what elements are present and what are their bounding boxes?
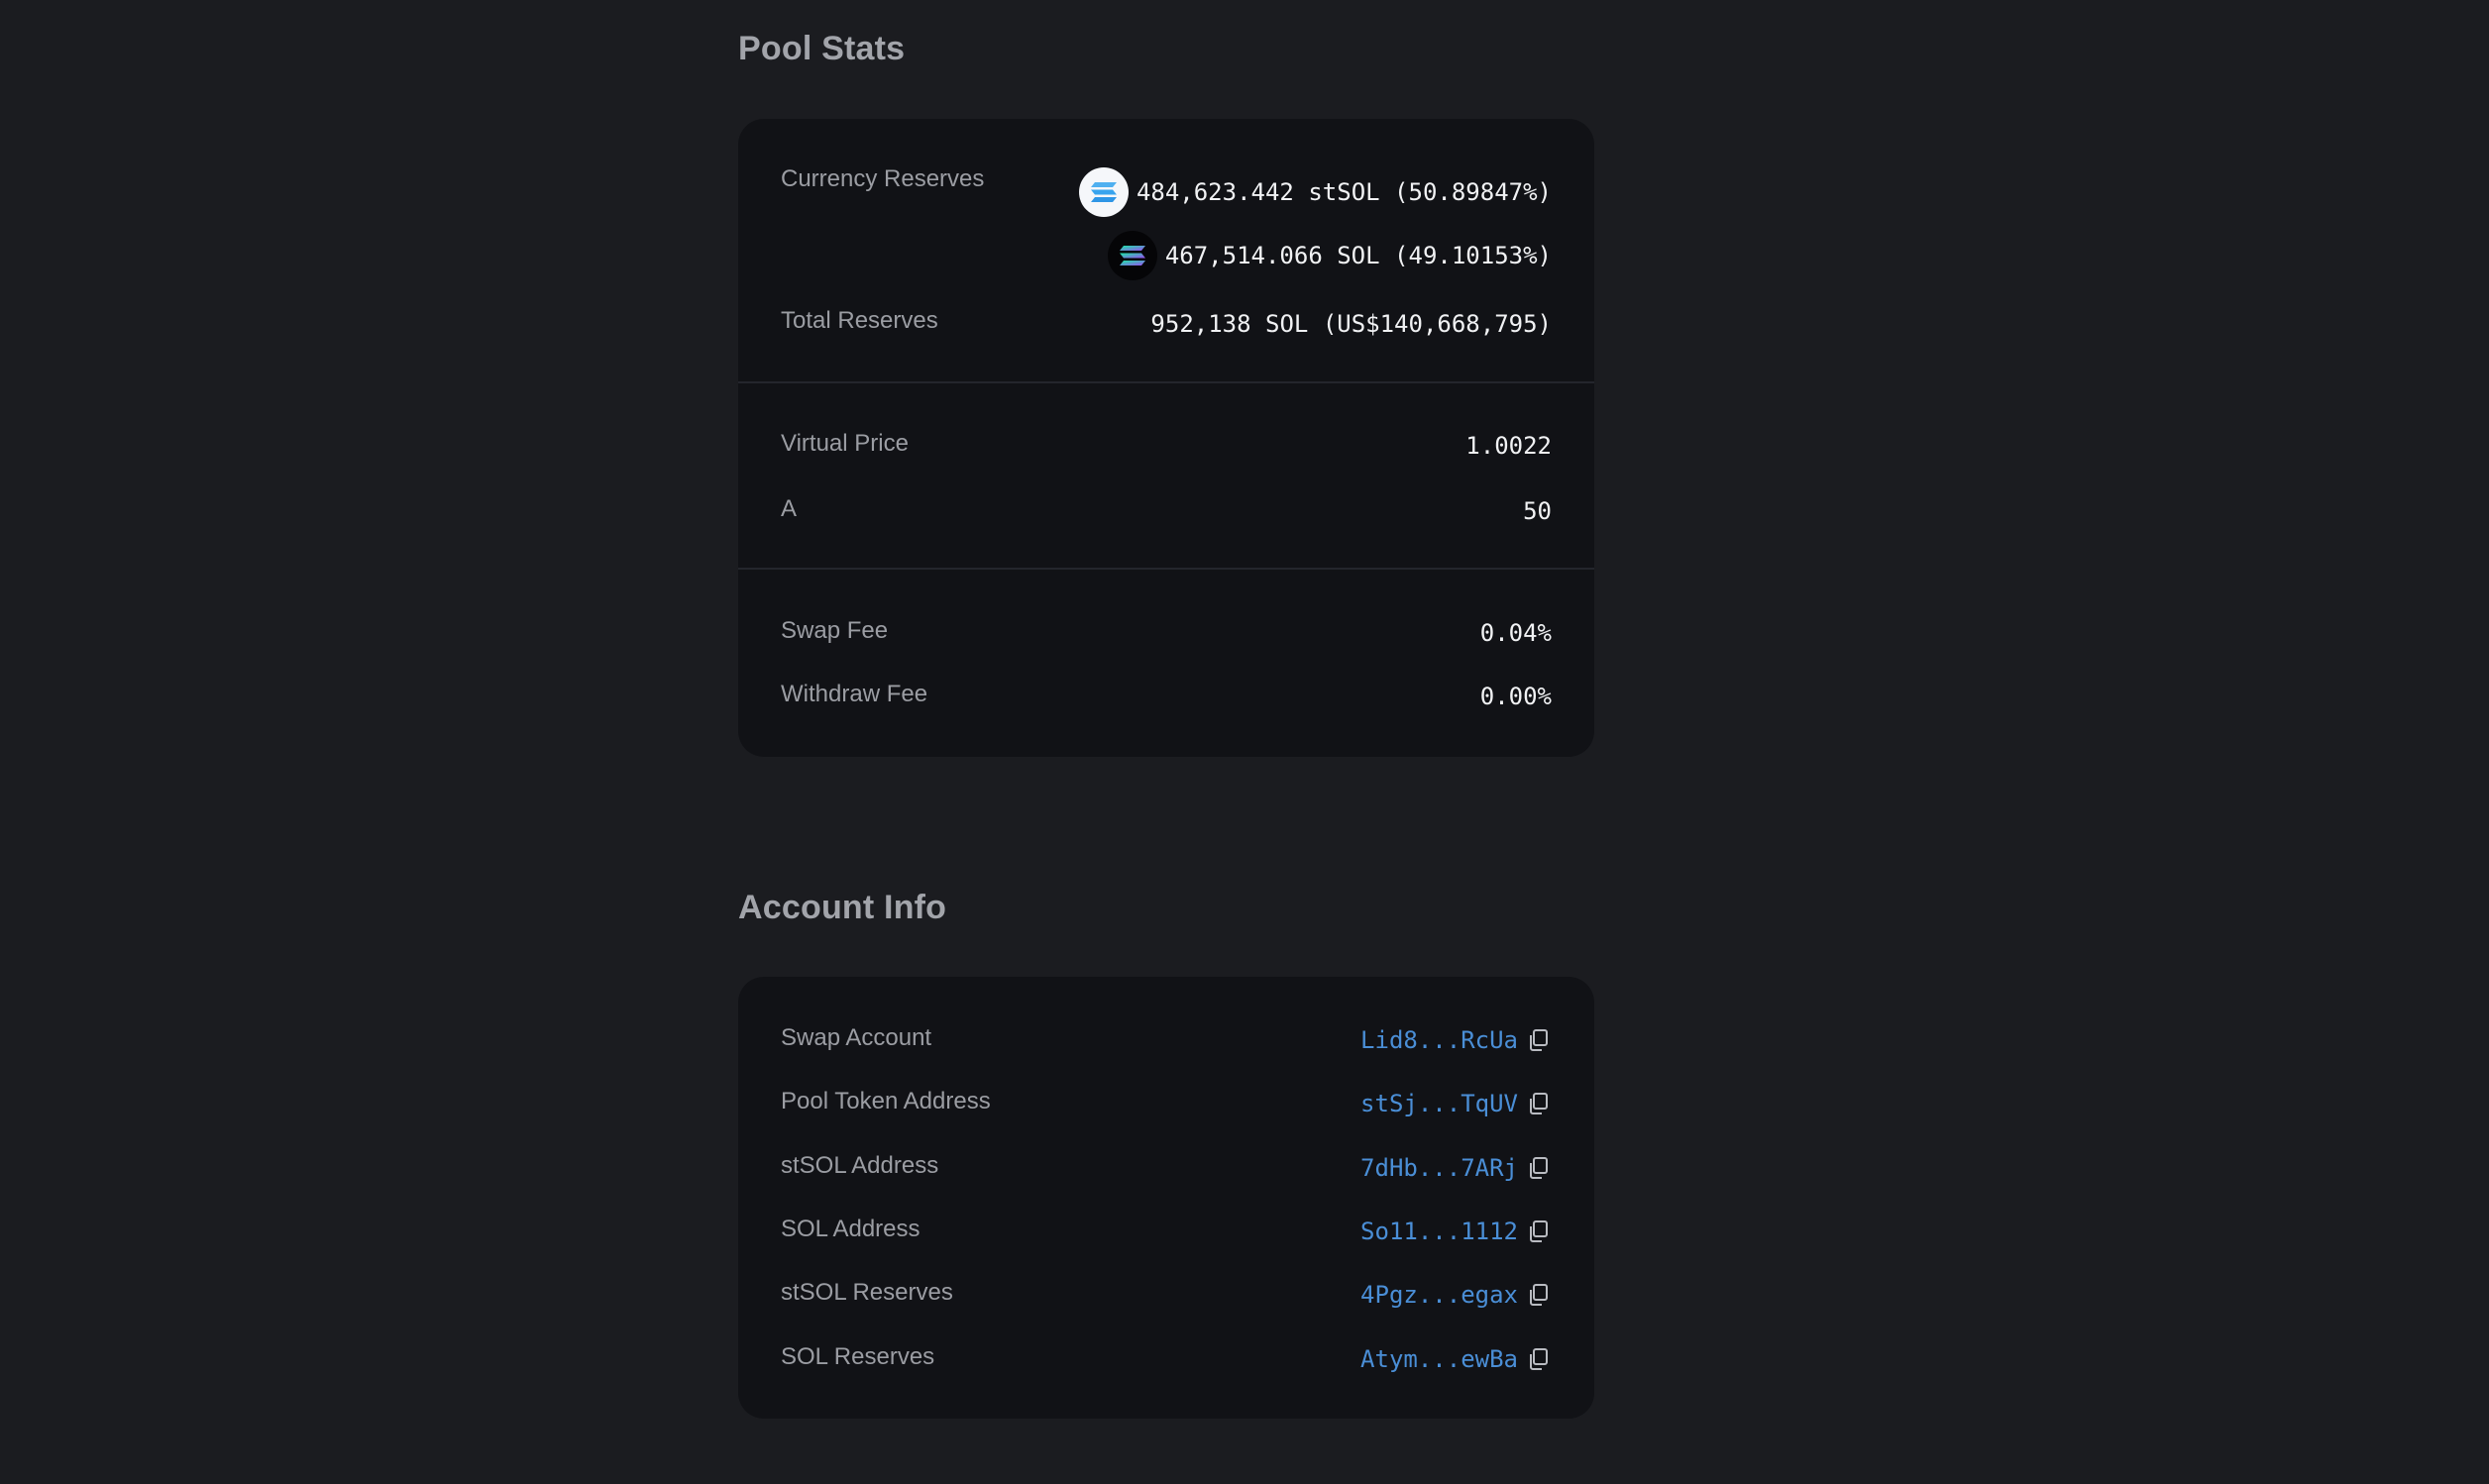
account-info-card: Swap Account Lid8...RcUa Pool Token Addr… — [738, 977, 1594, 1419]
account-row: SOL Address So11...1112 — [781, 1208, 1552, 1251]
sol-reserve-percent: (49.10153%) — [1394, 242, 1552, 269]
sol-address-link[interactable]: So11...1112 — [1360, 1210, 1518, 1253]
currency-reserves-label: Currency Reserves — [781, 165, 985, 192]
account-row-value: 7dHb...7ARj — [1360, 1146, 1552, 1190]
account-row: Pool Token Address stSj...TqUV — [781, 1080, 1552, 1123]
swap-account-address-link[interactable]: Lid8...RcUa — [1360, 1018, 1518, 1062]
account-row: stSOL Address 7dHb...7ARj — [781, 1144, 1552, 1188]
account-row: stSOL Reserves 4Pgz...egax — [781, 1271, 1552, 1315]
a-row: A 50 — [781, 487, 1552, 531]
account-row: SOL Reserves Atym...ewBa — [781, 1335, 1552, 1379]
copy-icon[interactable] — [1524, 1026, 1552, 1054]
stsol-address-link[interactable]: 7dHb...7ARj — [1360, 1146, 1518, 1190]
sol-reserve-amount: 467,514.066 — [1164, 242, 1323, 269]
withdraw-fee-value: 0.00% — [1479, 683, 1552, 710]
pool-stats-title: Pool Stats — [738, 30, 906, 67]
account-row-value: 4Pgz...egax — [1360, 1273, 1552, 1317]
total-reserves-label: Total Reserves — [781, 307, 938, 334]
virtual-price-row: Virtual Price 1.0022 — [781, 422, 1552, 466]
stsol-reserve-symbol: stSOL — [1308, 178, 1380, 206]
sol-reserves-address-link[interactable]: Atym...ewBa — [1360, 1337, 1518, 1381]
account-row-value: Lid8...RcUa — [1360, 1018, 1552, 1062]
copy-icon[interactable] — [1524, 1090, 1552, 1117]
account-row-value: So11...1112 — [1360, 1210, 1552, 1253]
copy-icon[interactable] — [1524, 1218, 1552, 1245]
account-row-label: Pool Token Address — [781, 1088, 991, 1114]
account-row: Swap Account Lid8...RcUa — [781, 1016, 1552, 1060]
pool-token-address-link[interactable]: stSj...TqUV — [1360, 1082, 1518, 1125]
withdraw-fee-label: Withdraw Fee — [781, 681, 928, 707]
a-value: 50 — [1523, 497, 1552, 525]
stsol-reserves-address-link[interactable]: 4Pgz...egax — [1360, 1273, 1518, 1317]
virtual-price-value: 1.0022 — [1465, 432, 1552, 460]
sol-token-icon — [1107, 231, 1157, 280]
account-row-label: Swap Account — [781, 1024, 932, 1051]
swap-fee-row: Swap Fee 0.04% — [781, 609, 1552, 653]
total-reserves-value: 952,138 SOL (US$140,668,795) — [1150, 310, 1552, 338]
sol-reserve-value: 467,514.066 SOL (49.10153%) — [1107, 231, 1552, 280]
copy-icon[interactable] — [1524, 1154, 1552, 1182]
withdraw-fee-row: Withdraw Fee 0.00% — [781, 673, 1552, 716]
account-row-label: stSOL Reserves — [781, 1279, 953, 1306]
stsol-reserve-percent: (50.89847%) — [1394, 178, 1552, 206]
a-label: A — [781, 495, 798, 522]
account-row-value: stSj...TqUV — [1360, 1082, 1552, 1125]
account-info-title: Account Info — [738, 889, 947, 926]
account-row-value: Atym...ewBa — [1360, 1337, 1552, 1381]
total-reserves-row: Total Reserves 952,138 SOL (US$140,668,7… — [781, 299, 1552, 343]
swap-fee-value: 0.04% — [1479, 619, 1552, 647]
section-divider — [738, 381, 1594, 383]
currency-reserves-row: Currency Reserves 484,623.442 stSOL (50.… — [781, 158, 1552, 217]
stsol-reserve-value: 484,623.442 stSOL (50.89847%) — [1078, 167, 1552, 217]
swap-fee-label: Swap Fee — [781, 617, 889, 644]
stsol-token-icon — [1078, 167, 1129, 217]
virtual-price-label: Virtual Price — [781, 430, 909, 457]
account-row-label: SOL Address — [781, 1216, 920, 1242]
copy-icon[interactable] — [1524, 1281, 1552, 1309]
account-row-label: stSOL Address — [781, 1152, 939, 1179]
stsol-reserve-amount: 484,623.442 — [1136, 178, 1294, 206]
copy-icon[interactable] — [1524, 1345, 1552, 1373]
sol-reserve-symbol: SOL — [1337, 242, 1380, 269]
pool-stats-card: Currency Reserves 484,623.442 stSOL (50.… — [738, 119, 1594, 757]
sol-reserve-row: 467,514.066 SOL (49.10153%) — [781, 231, 1552, 280]
account-row-label: SOL Reserves — [781, 1343, 935, 1370]
section-divider — [738, 568, 1594, 570]
